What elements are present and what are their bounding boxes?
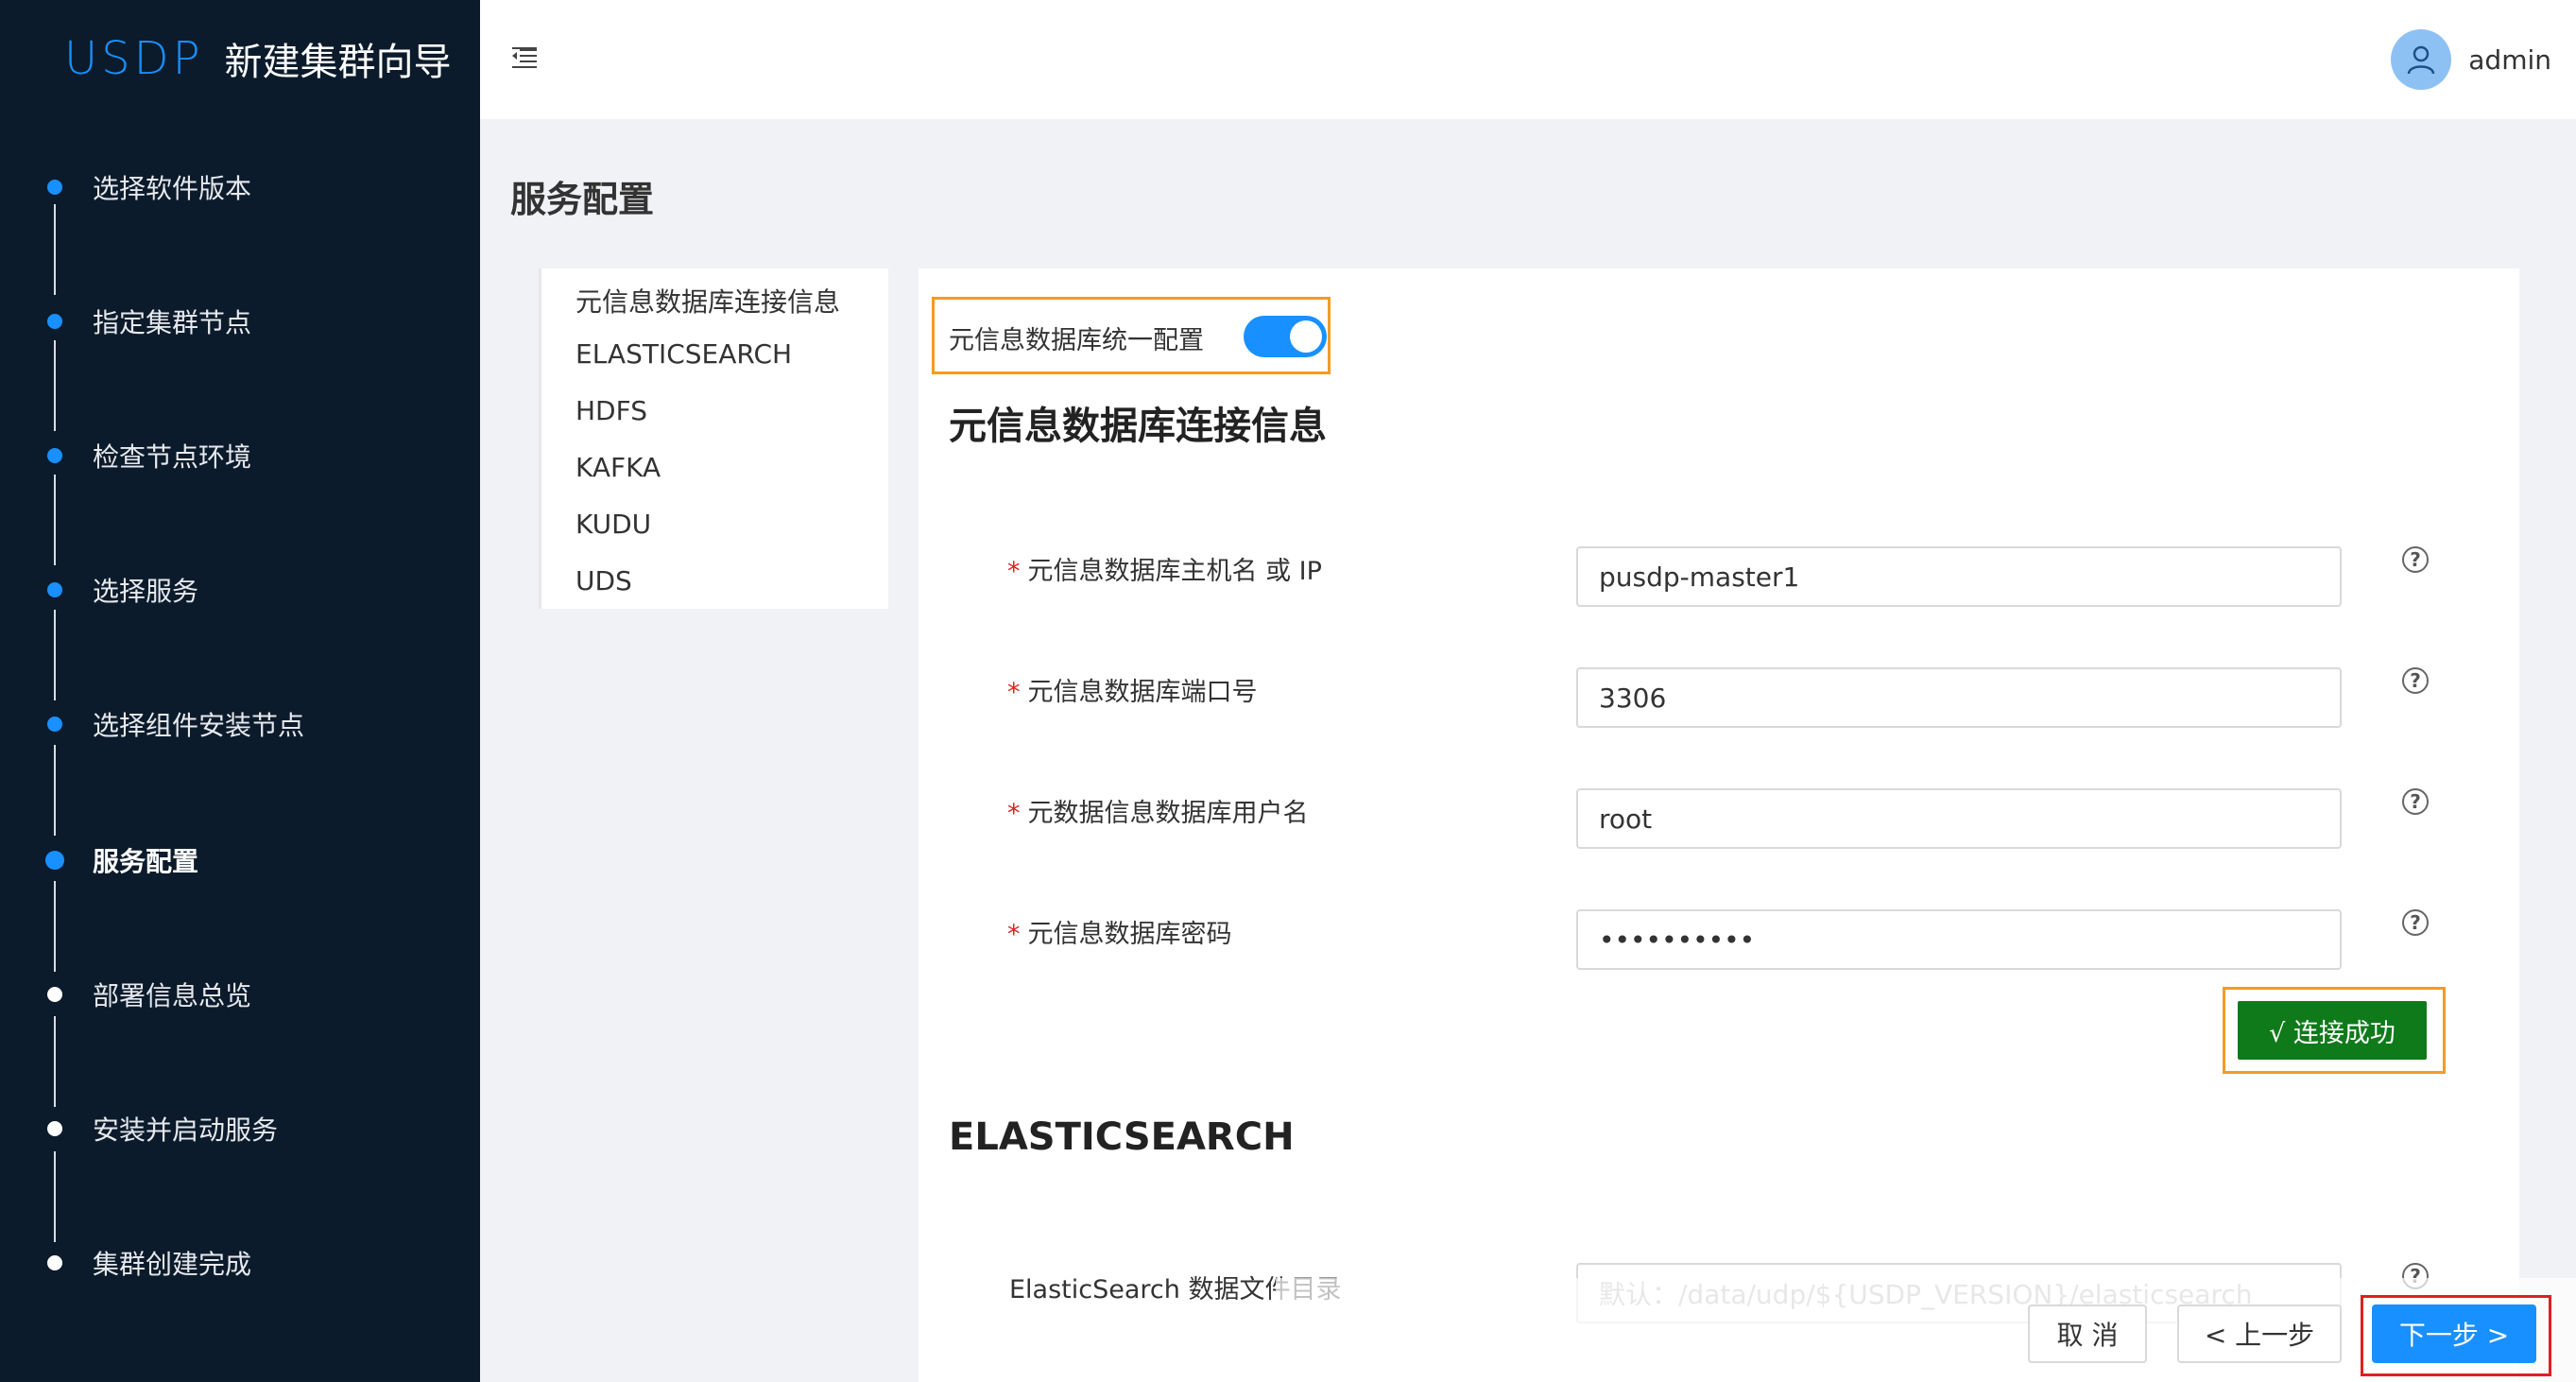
step-dot — [47, 1121, 62, 1136]
subnav-item-kudu[interactable]: KUDU — [575, 509, 651, 540]
step-dot — [47, 180, 62, 195]
sidebar: USDP 新建集群向导 选择软件版本 指定集群节点 检查节点环境 选择服务 选择… — [0, 0, 480, 1382]
page-title: 服务配置 — [510, 179, 655, 220]
field-label-username: * 元数据信息数据库用户名 — [1007, 792, 1309, 829]
user-icon — [2408, 45, 2435, 75]
field-label-text: 元信息数据库主机名 或 IP — [1027, 557, 1322, 586]
step-label: 指定集群节点 — [93, 307, 252, 338]
menu-fold-icon[interactable] — [512, 47, 537, 70]
avatar[interactable] — [2391, 29, 2452, 90]
config-section-nav: 元信息数据库连接信息 ELASTICSEARCH HDFS KAFKA KUDU… — [539, 268, 888, 609]
config-panel: 元信息数据库统一配置 元信息数据库连接信息 * 元信息数据库主机名 或 IP pu… — [919, 268, 2519, 1382]
username[interactable]: admin — [2468, 44, 2551, 76]
subnav-item-kafka[interactable]: KAFKA — [575, 452, 661, 483]
step-component-nodes[interactable]: 选择组件安装节点 — [0, 696, 480, 752]
step-dot — [47, 314, 62, 329]
username-input[interactable]: root — [1576, 788, 2342, 849]
step-dot — [47, 987, 62, 1002]
step-dot — [47, 448, 62, 463]
field-label-host: * 元信息数据库主机名 或 IP — [1007, 550, 1322, 587]
subnav-item-elasticsearch[interactable]: ELASTICSEARCH — [575, 338, 792, 370]
subnav-item-uds[interactable]: UDS — [575, 565, 632, 596]
step-service-config[interactable]: 服务配置 — [0, 832, 480, 889]
step-label: 选择组件安装节点 — [93, 710, 305, 741]
step-label: 服务配置 — [93, 846, 199, 877]
required-mark: * — [1007, 557, 1021, 586]
step-cluster-complete[interactable]: 集群创建完成 — [0, 1235, 480, 1291]
password-input[interactable]: •••••••••• — [1576, 909, 2342, 970]
step-connector — [54, 881, 56, 972]
step-connector — [54, 204, 56, 295]
help-icon[interactable]: ? — [2402, 667, 2429, 694]
step-dot — [47, 717, 62, 732]
next-step-button[interactable]: 下一步 > — [2372, 1304, 2536, 1363]
subnav-item-hdfs[interactable]: HDFS — [575, 395, 647, 426]
step-deploy-overview[interactable]: 部署信息总览 — [0, 966, 480, 1023]
switch-knob — [1290, 320, 1322, 353]
step-install-start[interactable]: 安装并启动服务 — [0, 1100, 480, 1157]
wizard-steps: 选择软件版本 指定集群节点 检查节点环境 选择服务 选择组件安装节点 服务配置 … — [0, 0, 480, 1382]
connect-success-button[interactable]: √ 连接成功 — [2238, 1001, 2427, 1060]
top-header: admin — [480, 0, 2576, 119]
section-title-metadb: 元信息数据库连接信息 — [949, 405, 1327, 448]
step-dot — [47, 1255, 62, 1270]
field-label-text: 元信息数据库端口号 — [1027, 678, 1258, 707]
step-label: 检查节点环境 — [93, 441, 252, 473]
required-mark: * — [1007, 678, 1021, 707]
port-input[interactable]: 3306 — [1576, 667, 2342, 728]
help-icon[interactable]: ? — [2402, 909, 2429, 936]
step-connector — [54, 1151, 56, 1242]
field-label-text: 元信息数据库密码 — [1027, 920, 1232, 949]
field-label-password: * 元信息数据库密码 — [1007, 913, 1232, 950]
step-label: 选择软件版本 — [93, 173, 252, 204]
step-connector — [54, 340, 56, 431]
section-title-elasticsearch: ELASTICSEARCH — [949, 1115, 1295, 1159]
step-cluster-nodes[interactable]: 指定集群节点 — [0, 293, 480, 350]
step-label: 集群创建完成 — [93, 1249, 252, 1280]
help-icon[interactable]: ? — [2402, 788, 2429, 815]
step-connector — [54, 610, 56, 700]
step-connector — [54, 475, 56, 565]
step-connector — [54, 745, 56, 836]
required-mark: * — [1007, 920, 1021, 949]
step-dot — [47, 582, 62, 597]
user-menu[interactable]: admin — [2391, 28, 2551, 91]
subnav-item-metadb[interactable]: 元信息数据库连接信息 — [575, 282, 840, 320]
cancel-button[interactable]: 取 消 — [2028, 1304, 2147, 1363]
host-input[interactable]: pusdp-master1 — [1576, 546, 2342, 607]
step-label: 部署信息总览 — [93, 980, 252, 1011]
step-dot-current — [45, 851, 64, 870]
unified-config-label: 元信息数据库统一配置 — [949, 326, 1204, 355]
step-label: 安装并启动服务 — [93, 1114, 279, 1146]
step-connector — [54, 1016, 56, 1107]
step-select-services[interactable]: 选择服务 — [0, 561, 480, 618]
help-icon[interactable]: ? — [2402, 546, 2429, 573]
unified-config-switch[interactable] — [1244, 316, 1327, 357]
step-label: 选择服务 — [93, 576, 199, 607]
previous-step-button[interactable]: < 上一步 — [2177, 1304, 2342, 1363]
required-mark: * — [1007, 799, 1021, 828]
field-label-port: * 元信息数据库端口号 — [1007, 671, 1258, 708]
field-label-text: 元数据信息数据库用户名 — [1027, 799, 1309, 828]
step-check-env[interactable]: 检查节点环境 — [0, 427, 480, 484]
step-select-version[interactable]: 选择软件版本 — [0, 159, 480, 216]
